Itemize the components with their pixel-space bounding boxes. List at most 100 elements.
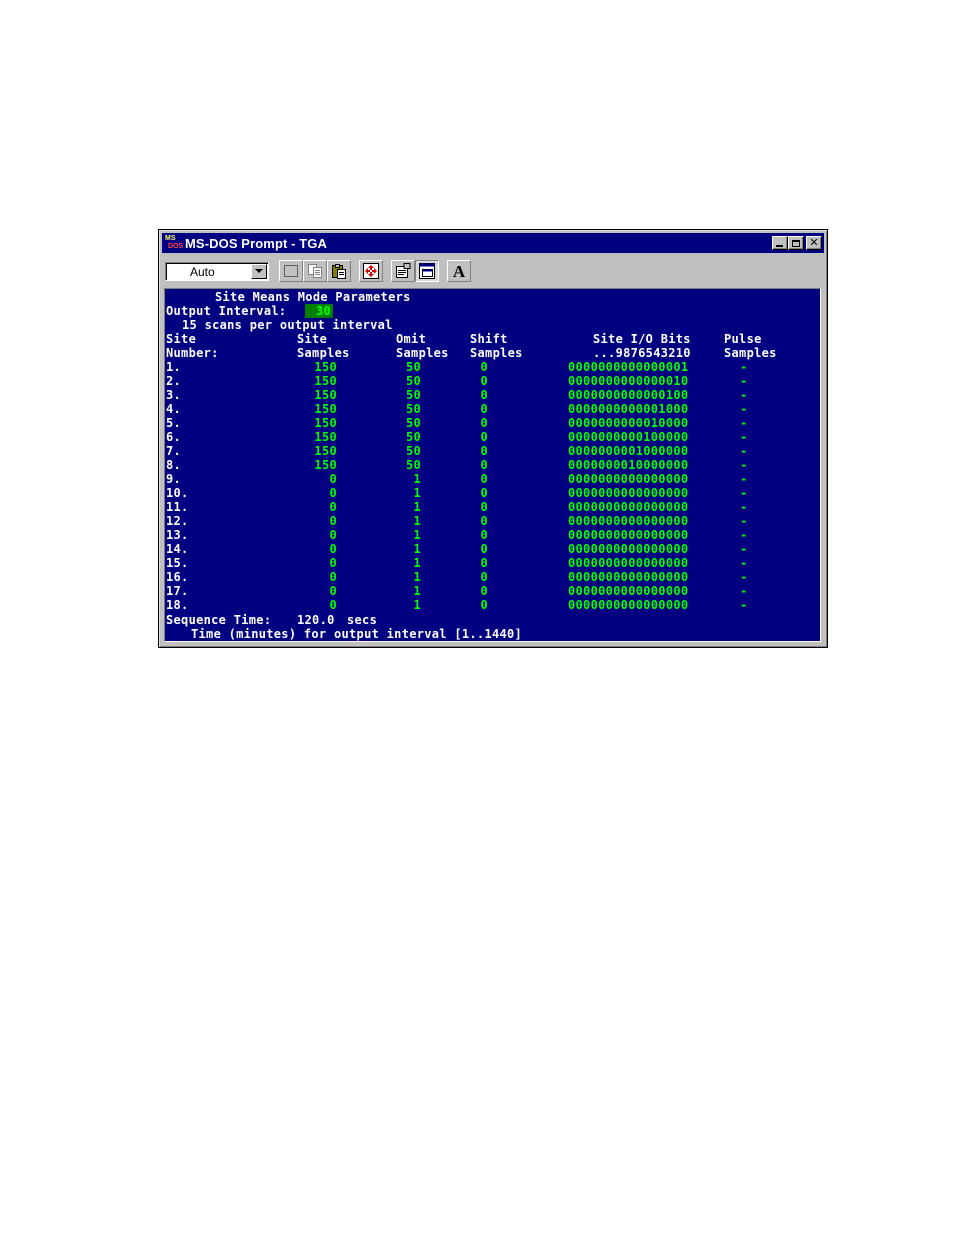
header-site-samples-1: Site <box>297 332 328 346</box>
title-bar[interactable]: MS DOS MS-DOS Prompt - TGA ✕ <box>162 233 824 253</box>
omit-samples: 1 <box>413 598 421 612</box>
io-bits: 0000000000000000 <box>568 584 689 598</box>
header-site-number: Number: <box>166 346 219 360</box>
maximize-button[interactable] <box>788 236 804 250</box>
shift-samples: 0 <box>480 584 488 598</box>
maximize-icon <box>792 239 800 247</box>
pulse-samples: - <box>740 500 748 514</box>
mark-icon <box>284 265 298 277</box>
shift-samples: 0 <box>480 514 488 528</box>
io-bits: 0000000000000000 <box>568 598 689 612</box>
shift-samples: 0 <box>480 500 488 514</box>
input-prompt: Time (minutes) for output interval [1..1… <box>191 627 523 641</box>
io-bits: 0000000000000000 <box>568 542 689 556</box>
site-samples: 0 <box>329 598 337 612</box>
site-samples: 0 <box>329 584 337 598</box>
site-samples: 150 <box>314 388 337 402</box>
scans-line: 15 scans per output interval <box>182 318 393 332</box>
site-number: 1. <box>166 360 182 374</box>
io-bits: 0000000000001000 <box>568 402 689 416</box>
output-interval-input[interactable]: 30 <box>305 304 333 318</box>
omit-samples: 1 <box>413 500 421 514</box>
toolbar: Auto A <box>162 256 824 286</box>
omit-samples: 1 <box>413 584 421 598</box>
paste-button[interactable] <box>327 260 351 282</box>
omit-samples: 50 <box>405 444 421 458</box>
omit-samples: 1 <box>413 472 421 486</box>
pulse-samples: - <box>740 388 748 402</box>
io-bits: 0000000000000000 <box>568 514 689 528</box>
header-pulse-2: Samples <box>724 346 777 360</box>
header-omit-2: Samples <box>396 346 449 360</box>
font-size-value: Auto <box>190 264 215 279</box>
pulse-samples: - <box>740 402 748 416</box>
pulse-samples: - <box>740 486 748 500</box>
paste-icon <box>332 264 346 279</box>
minimize-icon <box>776 245 783 247</box>
font-size-select[interactable]: Auto <box>165 261 269 281</box>
omit-samples: 50 <box>405 430 421 444</box>
site-number: 17. <box>166 584 189 598</box>
close-button[interactable]: ✕ <box>806 236 822 250</box>
msdos-icon[interactable]: MS DOS <box>165 235 183 251</box>
shift-samples: 0 <box>480 388 488 402</box>
pulse-samples: - <box>740 598 748 612</box>
site-samples: 0 <box>329 570 337 584</box>
pulse-samples: - <box>740 542 748 556</box>
pulse-samples: - <box>740 584 748 598</box>
site-number: 10. <box>166 486 189 500</box>
header-site-samples-2: Samples <box>297 346 350 360</box>
io-bits: 0000000000000000 <box>568 486 689 500</box>
header-shift-1: Shift <box>470 332 508 346</box>
pulse-samples: - <box>740 556 748 570</box>
pulse-samples: - <box>740 528 748 542</box>
close-icon: ✕ <box>809 236 819 249</box>
io-bits: 0000000000000100 <box>568 388 689 402</box>
site-samples: 150 <box>314 360 337 374</box>
io-bits: 0000000000100000 <box>568 430 689 444</box>
console-screen[interactable]: Site Means Mode Parameters Output Interv… <box>164 288 821 642</box>
shift-samples: 0 <box>480 416 488 430</box>
shift-samples: 0 <box>480 486 488 500</box>
pulse-samples: - <box>740 430 748 444</box>
site-samples: 0 <box>329 514 337 528</box>
site-samples: 150 <box>314 416 337 430</box>
mark-button[interactable] <box>279 260 303 282</box>
site-number: 4. <box>166 402 182 416</box>
omit-samples: 50 <box>405 458 421 472</box>
shift-samples: 0 <box>480 528 488 542</box>
site-number: 16. <box>166 570 189 584</box>
copy-button[interactable] <box>303 260 327 282</box>
properties-button[interactable] <box>391 260 415 282</box>
background-button[interactable] <box>415 260 439 282</box>
fullscreen-icon <box>363 263 379 279</box>
dos-window: MS DOS MS-DOS Prompt - TGA ✕ Auto A Site… <box>158 229 828 648</box>
omit-samples: 1 <box>413 514 421 528</box>
site-number: 7. <box>166 444 182 458</box>
io-bits: 0000000000000000 <box>568 528 689 542</box>
site-number: 2. <box>166 374 182 388</box>
font-button[interactable]: A <box>447 260 471 282</box>
pulse-samples: - <box>740 374 748 388</box>
site-number: 13. <box>166 528 189 542</box>
site-number: 11. <box>166 500 189 514</box>
site-number: 12. <box>166 514 189 528</box>
omit-samples: 1 <box>413 570 421 584</box>
site-number: 14. <box>166 542 189 556</box>
chevron-down-icon[interactable] <box>251 263 267 279</box>
site-number: 9. <box>166 472 182 486</box>
omit-samples: 50 <box>405 402 421 416</box>
site-number: 6. <box>166 430 182 444</box>
fullscreen-button[interactable] <box>359 260 383 282</box>
screen-heading: Site Means Mode Parameters <box>215 290 411 304</box>
site-samples: 150 <box>314 402 337 416</box>
pulse-samples: - <box>740 444 748 458</box>
sequence-time-label: Sequence Time: <box>166 613 272 627</box>
shift-samples: 0 <box>480 598 488 612</box>
site-samples: 0 <box>329 556 337 570</box>
omit-samples: 1 <box>413 486 421 500</box>
site-samples: 150 <box>314 444 337 458</box>
site-number: 3. <box>166 388 182 402</box>
minimize-button[interactable] <box>772 236 788 250</box>
header-shift-2: Samples <box>470 346 523 360</box>
